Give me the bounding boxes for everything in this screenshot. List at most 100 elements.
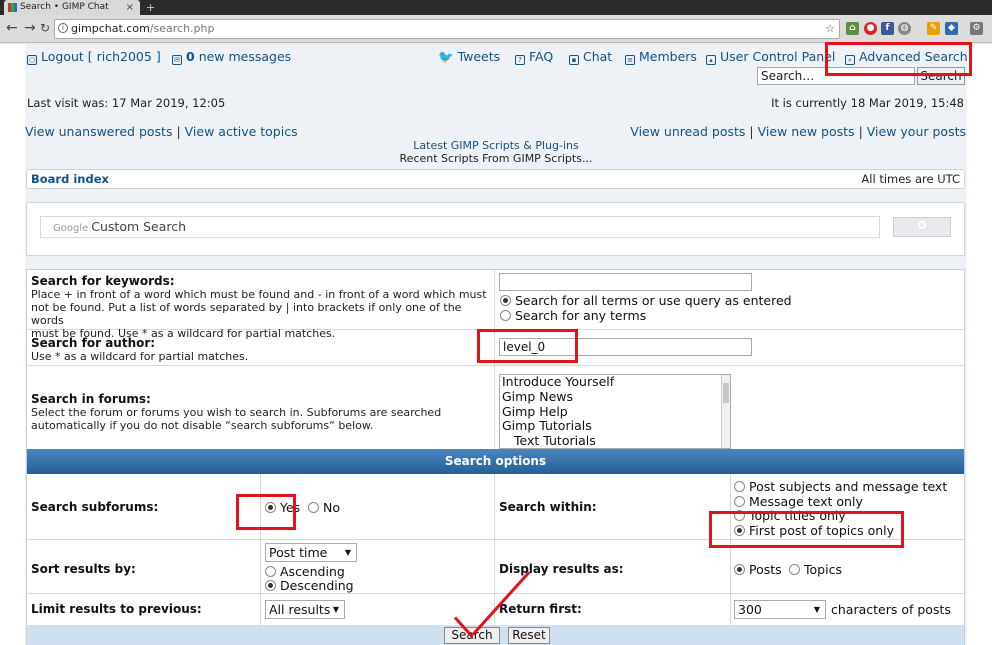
display-topics-option[interactable]: Topics [789,562,842,577]
ascending-option[interactable]: Ascending [265,564,345,579]
topic-links-right: View unread posts | View new posts | Vie… [630,124,966,139]
wrench-extension-icon[interactable]: ✎ [927,22,940,35]
google-brand: Google [53,223,89,234]
bookmark-star-icon[interactable]: ☆ [825,20,835,38]
forum-option[interactable]: Gimp Tutorials [500,419,730,434]
annotation-box-first-post [709,511,904,548]
annotation-box-advanced-search [825,42,972,76]
forum-option[interactable]: Introduce Yourself [500,375,730,390]
return-value: 300 [738,602,762,617]
tweets-label: Tweets [457,49,501,64]
view-your-posts-link[interactable]: View your posts [867,124,966,139]
settings-gear-icon[interactable]: ⚙ [970,22,983,35]
chat-link[interactable]: ▪ Chat [569,49,612,65]
logout-icon: ○ [27,55,37,65]
terms-all-radio[interactable] [500,295,511,306]
globe-extension-icon[interactable]: ◍ [898,22,911,35]
keywords-desc-2: not be found. Put a list of words separa… [31,301,462,327]
forums-scrollbar[interactable] [721,375,730,448]
puzzle-extension-icon[interactable]: ◆ [945,22,958,35]
no-label: No [323,500,340,515]
view-unanswered-link[interactable]: View unanswered posts [25,124,172,139]
limit-label: Limit results to previous: [31,602,202,616]
keywords-desc-1: Place + in front of a word which must be… [31,288,487,301]
chat-label: Chat [583,49,613,64]
view-new-posts-link[interactable]: View new posts [758,124,855,139]
terms-any-option[interactable]: Search for any terms [500,308,646,323]
keywords-input[interactable] [499,273,752,291]
within-radio[interactable] [734,496,745,507]
terms-any-radio[interactable] [500,310,511,321]
home-extension-icon[interactable]: ⌂ [846,22,859,35]
members-icon: ≡ [625,55,635,65]
subforums-no-radio[interactable] [308,502,319,513]
annotation-box-subforums-yes [236,494,296,530]
ascending-radio[interactable] [265,566,276,577]
faq-label: FAQ [529,49,554,64]
reload-icon[interactable]: ↻ [40,21,50,35]
within-radio[interactable] [734,481,745,492]
latest-scripts-link[interactable]: Latest GIMP Scripts & Plug-ins [413,139,578,152]
close-tab-icon[interactable]: × [126,0,134,15]
display-posts-option[interactable]: Posts [734,562,782,577]
terms-any-label: Search for any terms [515,308,647,323]
return-label: Return first: [499,602,582,616]
message-icon: ✉ [172,55,182,65]
subforums-no-option[interactable]: No [308,500,340,515]
site-info-icon[interactable]: i [58,23,68,33]
forum-option[interactable]: Gimp Help [500,404,730,420]
reset-button[interactable]: Reset [508,627,550,644]
messages-label: new messages [198,49,292,64]
dropdown-arrow-icon: ▼ [332,605,339,614]
sort-row: Sort results by: Post time ▼ Ascending De… [27,540,964,594]
private-messages-link[interactable]: ✉ 0 new messages [172,49,291,65]
members-link[interactable]: ≡ Members [625,49,697,65]
forums-listbox[interactable]: Introduce Yourself Gimp News Gimp Help G… [499,374,731,449]
address-bar[interactable]: i gimpchat.com/search.php ☆ [54,19,840,39]
last-visit-text: Last visit was: 17 Mar 2019, 12:05 [27,96,226,110]
browser-toolbar: ← → ↻ i gimpchat.com/search.php ☆ ⌂ ● f … [0,15,992,43]
keywords-label-cell: Search for keywords: Place + in front of… [31,274,491,340]
tweets-link[interactable]: 🐦 Tweets [438,49,500,65]
scrollbar-thumb[interactable] [723,383,729,403]
forums-row: Search in forums: Select the forum or fo… [27,366,964,449]
forums-label: Search in forums: [31,392,151,406]
display-posts-radio[interactable] [734,564,745,575]
terms-all-option[interactable]: Search for all terms or use query as ent… [500,293,792,308]
user-control-panel-link[interactable]: ▴ User Control Panel [706,49,835,65]
new-tab-icon[interactable]: + [146,0,155,15]
display-topics-radio[interactable] [789,564,800,575]
limit-select[interactable]: All results ▼ [265,600,345,619]
descending-option[interactable]: Descending [265,578,354,593]
breadcrumb: Board index All times are UTC [26,169,965,189]
browser-tab[interactable]: Search • GIMP Chat × [4,0,140,15]
board-index-link[interactable]: Board index [31,172,109,186]
adblock-extension-icon[interactable]: ● [864,22,877,35]
display-label: Display results as: [499,562,624,576]
forum-option[interactable]: Gimp News [500,389,730,405]
descending-label: Descending [280,578,354,593]
back-icon[interactable]: ← [6,20,18,36]
separator: | [749,124,754,139]
return-select[interactable]: 300 ▼ [734,600,826,619]
view-unread-link[interactable]: View unread posts [630,124,745,139]
facebook-extension-icon[interactable]: f [881,22,894,35]
within-option[interactable]: Post subjects and message text [734,479,947,494]
forward-icon[interactable]: → [24,20,36,36]
annotation-box-author [477,329,578,363]
faq-link[interactable]: ? FAQ [515,49,553,65]
google-search-button[interactable] [893,217,951,237]
author-label: Search for author: [31,336,156,350]
google-search-input[interactable]: Google Custom Search [40,216,880,238]
within-option[interactable]: Message text only [734,494,863,509]
latest-scripts-heading: Latest GIMP Scripts & Plug-ins [0,139,992,152]
logout-link[interactable]: ○ Logout [ rich2005 ] [27,49,161,65]
timezone-text: All times are UTC [861,172,960,186]
magnifier-icon [918,221,926,229]
forum-option[interactable]: Text Tutorials [500,433,730,448]
sort-by-select[interactable]: Post time ▼ [265,543,357,562]
user-icon: ▴ [706,55,716,65]
view-active-topics-link[interactable]: View active topics [185,124,298,139]
forums-desc-2: automatically if you do not disable “sea… [31,419,374,432]
descending-radio[interactable] [265,580,276,591]
